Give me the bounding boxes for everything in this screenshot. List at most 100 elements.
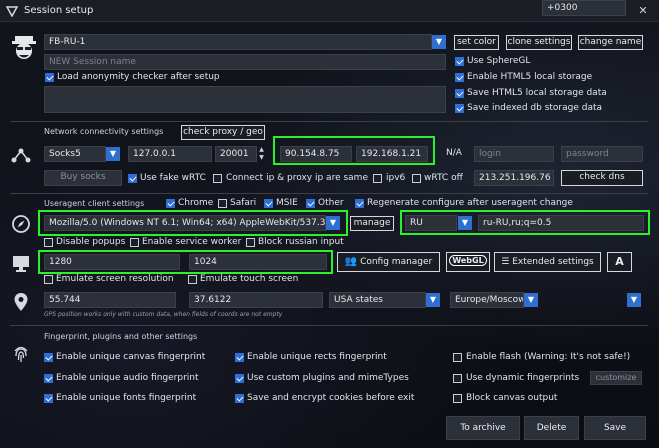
language-dropdown[interactable]: ▼ <box>458 216 472 230</box>
divider <box>10 193 648 194</box>
webrtc-ip-field[interactable]: 213.251.196.76 <box>474 170 554 186</box>
html5-storage-checkbox[interactable] <box>455 73 464 82</box>
latitude-field[interactable]: 55.744 <box>44 292 176 308</box>
audio-fingerprint-label: Enable unique audio fingerprint <box>56 373 199 383</box>
buy-socks-button[interactable]: Buy socks <box>44 170 122 186</box>
close-button[interactable]: ✕ <box>636 4 650 17</box>
font-settings-button[interactable]: A <box>607 252 632 272</box>
encrypt-cookies-label: Save and encrypt cookies before exit <box>247 393 415 403</box>
location-pin-icon <box>13 292 29 312</box>
emulate-touch-checkbox[interactable] <box>188 275 197 284</box>
fake-webrtc-label: Use fake wRTC <box>140 173 206 183</box>
proxy-type-dropdown[interactable]: ▼ <box>106 147 120 161</box>
longitude-field[interactable]: 37.6122 <box>189 292 323 308</box>
divider <box>10 325 648 326</box>
timezone-select[interactable]: Europe/Moscow <box>450 292 524 308</box>
archive-button[interactable]: To archive <box>446 416 520 440</box>
extended-settings-label: Extended settings <box>512 257 594 267</box>
local-ip-field[interactable]: 192.168.1.21 <box>356 146 428 162</box>
service-worker-label: Enable service worker <box>142 237 242 247</box>
delete-button[interactable]: Delete <box>524 416 579 440</box>
block-russian-checkbox[interactable] <box>246 238 255 247</box>
dynamic-fingerprints-label: Use dynamic fingerprints <box>466 373 580 383</box>
regenerate-checkbox[interactable] <box>355 199 364 208</box>
other-checkbox[interactable] <box>306 199 315 208</box>
encrypt-cookies-checkbox[interactable] <box>235 394 244 403</box>
change-name-button[interactable]: change name <box>578 35 643 50</box>
proxy-host-field[interactable]: 127.0.0.1 <box>128 146 212 162</box>
customize-button[interactable]: customize <box>590 371 642 385</box>
disable-popups-checkbox[interactable] <box>44 238 53 247</box>
clone-settings-button[interactable]: clone settings <box>506 35 572 50</box>
gps-note: GPS position works only with custom data… <box>44 311 283 318</box>
canvas-fingerprint-label: Enable unique canvas fingerprint <box>56 352 206 362</box>
connect-same-checkbox[interactable] <box>213 174 222 183</box>
save-indexeddb-checkbox[interactable] <box>455 104 464 113</box>
manage-button[interactable]: manage <box>350 216 394 231</box>
audio-fingerprint-checkbox[interactable] <box>44 374 53 383</box>
webgl-logo-icon: WebGL <box>449 255 487 266</box>
enable-flash-label: Enable flash (Warning: It's not safe!) <box>466 352 631 362</box>
safari-checkbox[interactable] <box>218 199 227 208</box>
check-dns-button[interactable]: check dns <box>561 170 643 186</box>
enable-flash-checkbox[interactable] <box>453 353 462 362</box>
check-proxy-button[interactable]: check proxy / geo <box>181 125 265 140</box>
anonymity-checker-checkbox[interactable] <box>45 73 54 82</box>
emulate-resolution-checkbox[interactable] <box>44 275 53 284</box>
region-select[interactable]: USA states <box>329 292 426 308</box>
utc-offset-select[interactable]: +0300 <box>542 0 626 16</box>
chrome-checkbox[interactable] <box>166 199 175 208</box>
screen-width-field[interactable]: 1280 <box>44 254 180 270</box>
rects-fingerprint-label: Enable unique rects fingerprint <box>247 352 387 362</box>
monitor-icon <box>11 253 31 273</box>
save-button[interactable]: Save <box>584 416 646 440</box>
safari-label: Safari <box>230 198 257 208</box>
proxy-type-select[interactable]: Socks5 <box>44 146 106 162</box>
webrtc-off-checkbox[interactable] <box>412 174 421 183</box>
rects-fingerprint-checkbox[interactable] <box>235 353 244 362</box>
connect-same-label: Connect ip & proxy ip are same <box>226 173 368 183</box>
dynamic-fingerprints-checkbox[interactable] <box>453 374 462 383</box>
save-html5-storage-checkbox[interactable] <box>455 89 464 98</box>
region-dropdown[interactable]: ▼ <box>426 293 440 307</box>
webgl-button[interactable]: WebGL <box>446 252 490 272</box>
other-label: Other <box>318 198 344 208</box>
accept-language-field[interactable]: ru-RU,ru;q=0.5 <box>478 215 644 231</box>
useragent-field[interactable]: Mozilla/5.0 (Windows NT 6.1; Win64; x64)… <box>44 215 326 231</box>
save-indexeddb-label: Save indexed db storage data <box>467 103 603 113</box>
emulate-resolution-label: Emulate screen resolution <box>56 274 174 284</box>
chrome-label: Chrome <box>178 198 214 208</box>
new-session-name-input[interactable]: NEW Session name <box>44 54 446 70</box>
fonts-fingerprint-checkbox[interactable] <box>44 394 53 403</box>
proxy-port-field[interactable]: 20001 <box>215 146 257 162</box>
screen-height-field[interactable]: 1024 <box>189 254 327 270</box>
useragent-section-title: Useragent client settings <box>44 199 145 208</box>
fingerprint-section-title: Fingerprint, plugins and other settings <box>44 332 198 341</box>
session-name-field[interactable]: FB-RU-1 <box>44 34 432 50</box>
proxy-password-input[interactable]: password <box>561 146 643 162</box>
timezone-dropdown[interactable]: ▼ <box>524 293 538 307</box>
sliders-icon: ☰ <box>501 257 510 267</box>
extended-settings-button[interactable]: ☰ Extended settings <box>494 252 601 272</box>
proxy-login-input[interactable]: login <box>474 146 554 162</box>
set-color-button[interactable]: set color <box>454 35 499 50</box>
disable-popups-label: Disable popups <box>56 237 126 247</box>
block-canvas-label: Block canvas output <box>466 393 558 403</box>
port-spinner[interactable]: ▲ ▼ <box>257 146 266 162</box>
language-select[interactable]: RU <box>405 215 457 231</box>
fake-webrtc-checkbox[interactable] <box>128 174 137 183</box>
utc-offset-dropdown[interactable]: ▼ <box>627 293 641 307</box>
canvas-fingerprint-checkbox[interactable] <box>44 353 53 362</box>
spheregl-checkbox[interactable] <box>455 57 464 66</box>
useragent-dropdown[interactable]: ▼ <box>326 216 340 230</box>
session-name-dropdown[interactable]: ▼ <box>432 35 446 49</box>
config-manager-button[interactable]: 👥 Config manager <box>337 252 440 272</box>
custom-plugins-checkbox[interactable] <box>235 374 244 383</box>
service-worker-checkbox[interactable] <box>130 238 139 247</box>
session-notes-field[interactable] <box>44 86 446 113</box>
ipv6-checkbox[interactable] <box>373 174 382 183</box>
block-canvas-checkbox[interactable] <box>453 394 462 403</box>
block-russian-label: Block russian input <box>258 237 344 247</box>
external-ip-field[interactable]: 90.154.8.75 <box>280 146 352 162</box>
msie-checkbox[interactable] <box>264 199 273 208</box>
